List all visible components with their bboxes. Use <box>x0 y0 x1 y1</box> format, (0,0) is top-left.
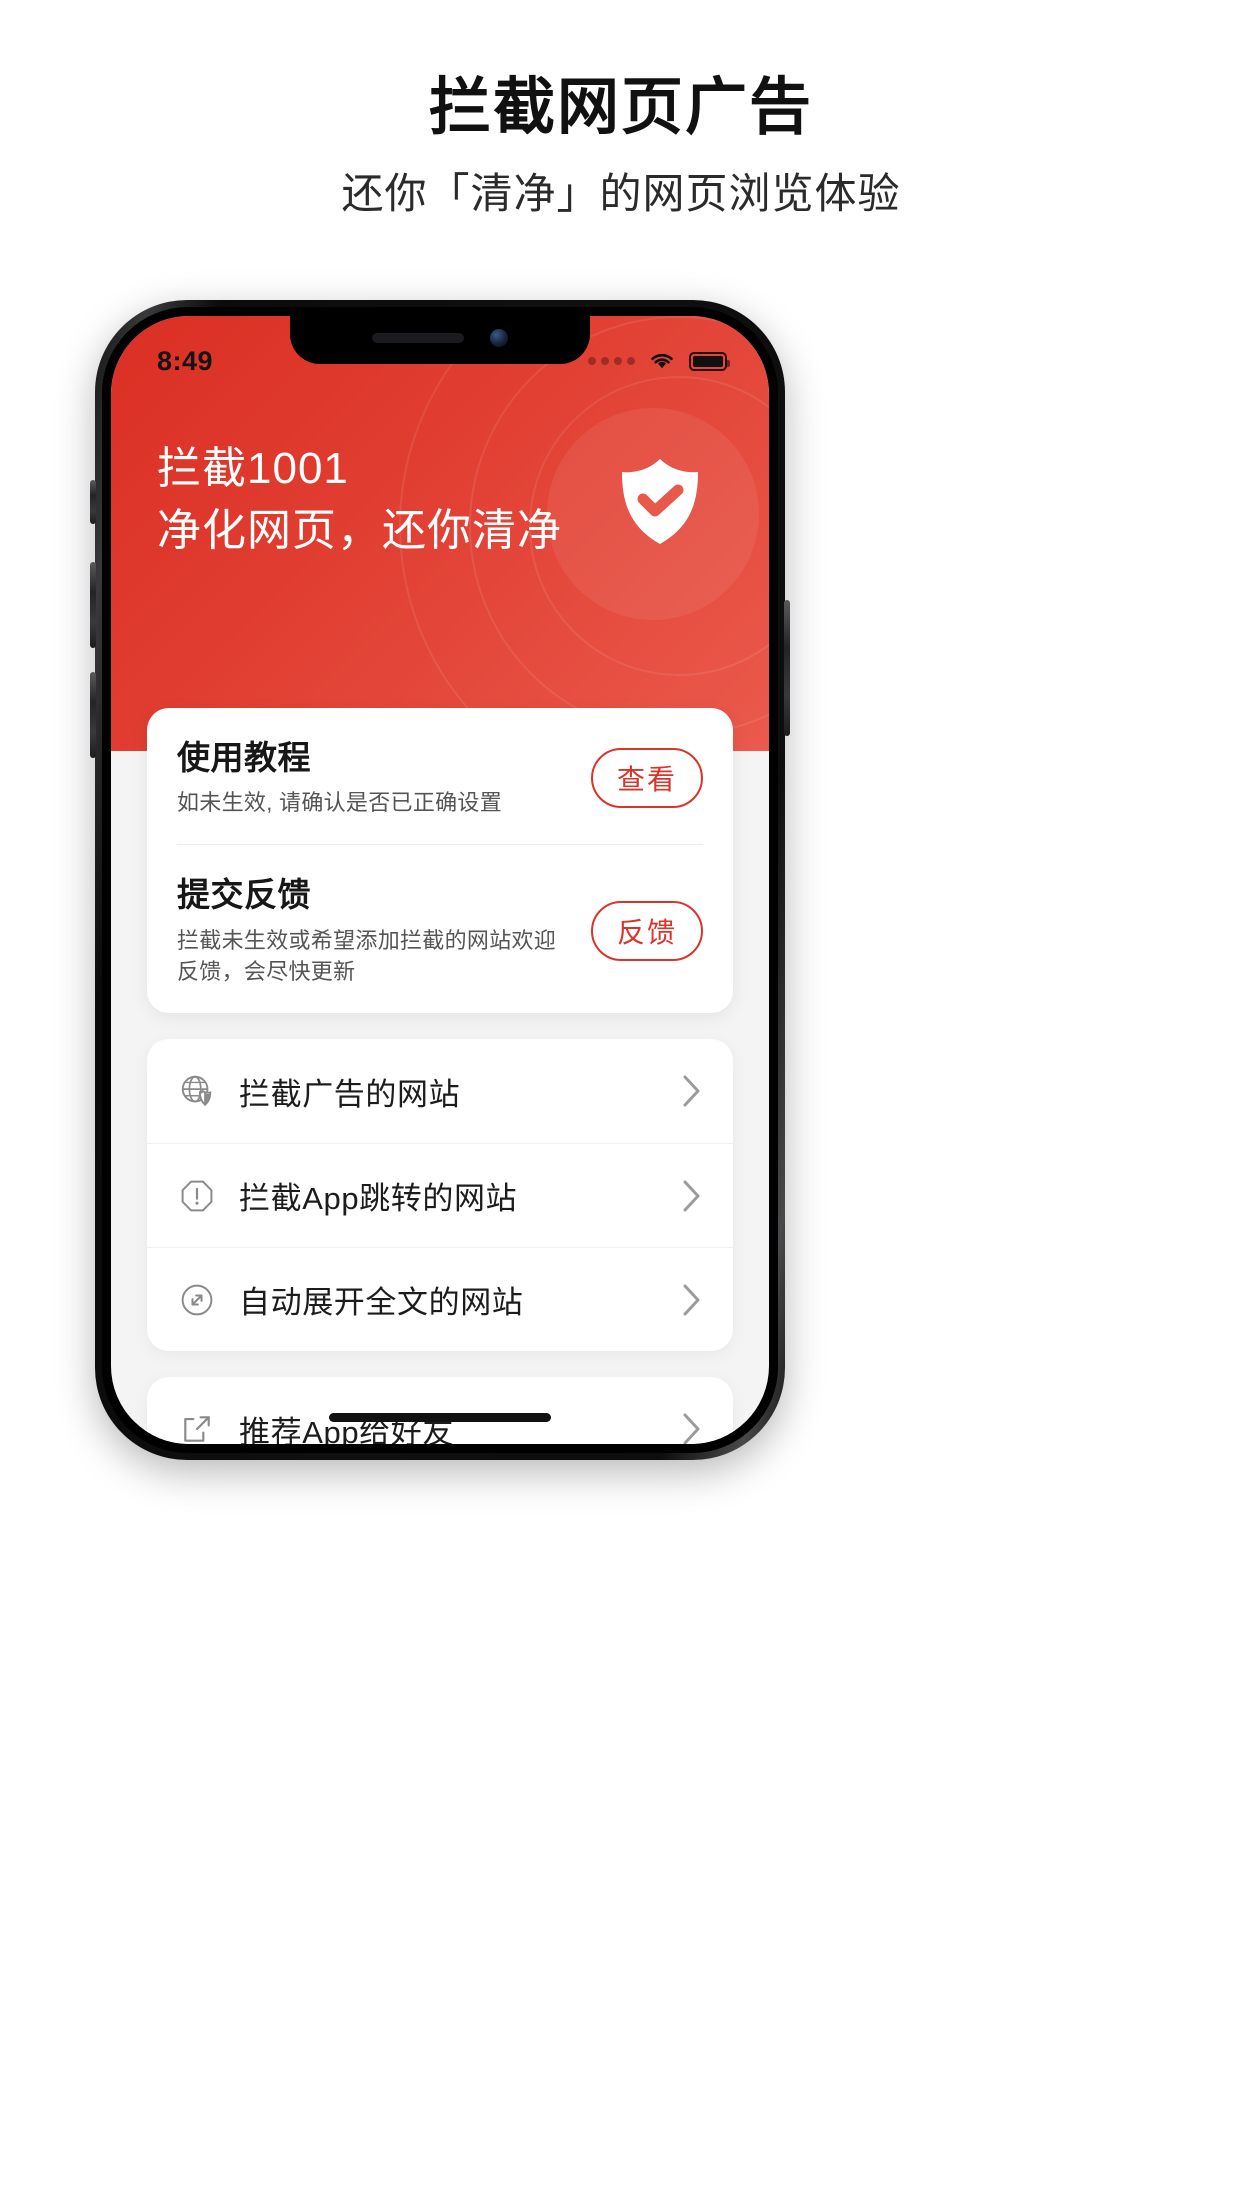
menu-item-label: 拦截广告的网站 <box>239 1076 461 1112</box>
menu-item-auto-expand-sites[interactable]: 自动展开全文的网站 <box>147 1247 733 1351</box>
card-row-text: 使用教程 如未生效, 请确认是否已正确设置 <box>177 738 591 818</box>
app-content: 使用教程 如未生效, 请确认是否已正确设置 查看 提交反馈 拦截未生效或希望添加… <box>111 708 769 1444</box>
phone-notch <box>290 316 590 364</box>
chevron-right-icon <box>683 1075 700 1107</box>
card-row-text: 提交反馈 拦截未生效或希望添加拦截的网站欢迎反馈，会尽快更新 <box>177 875 591 987</box>
phone-screen: 8:49 拦截1001 净化网页，还你清净 使用教程 如未生效, 请确认是否已正… <box>111 316 769 1444</box>
view-tutorial-button[interactable]: 查看 <box>590 748 703 809</box>
phone-frame: 8:49 拦截1001 净化网页，还你清净 使用教程 如未生效, 请确认是否已正… <box>90 300 790 1460</box>
volume-down-button[interactable] <box>90 672 96 758</box>
signal-dots-icon <box>588 357 635 365</box>
menu-item-recommend-app[interactable]: 推荐App给好友 <box>147 1377 733 1444</box>
volume-up-button[interactable] <box>90 562 96 648</box>
octagon-exclamation-icon <box>177 1176 217 1216</box>
card-row-feedback[interactable]: 提交反馈 拦截未生效或希望添加拦截的网站欢迎反馈，会尽快更新 反馈 <box>177 844 703 1013</box>
menu-group-share: 推荐App给好友 <box>147 1377 733 1444</box>
submit-feedback-button[interactable]: 反馈 <box>590 901 703 962</box>
front-camera-icon <box>490 329 508 347</box>
card-row-desc: 拦截未生效或希望添加拦截的网站欢迎反馈，会尽快更新 <box>177 927 557 984</box>
chevron-right-icon <box>683 1180 700 1212</box>
phone-mockup: 8:49 拦截1001 净化网页，还你清净 使用教程 如未生效, 请确认是否已正… <box>90 300 1155 1480</box>
shield-check-icon <box>622 459 698 544</box>
page-title: 拦截网页广告 <box>428 73 813 142</box>
expand-circle-icon <box>177 1280 217 1320</box>
chevron-right-icon <box>683 1284 700 1316</box>
home-indicator[interactable] <box>329 1413 551 1422</box>
card-row-title: 使用教程 <box>177 739 311 776</box>
battery-full-icon <box>689 351 730 371</box>
power-button[interactable] <box>784 600 790 736</box>
page-subtitle: 还你「清净」的网页浏览体验 <box>341 170 901 218</box>
menu-group-blocking: 拦截广告的网站 拦截App跳转的网站 自动展开全文的网站 <box>147 1039 733 1352</box>
earpiece-speaker-icon <box>372 333 464 343</box>
status-bar-time: 8:49 <box>157 345 214 376</box>
phone-bezel: 8:49 拦截1001 净化网页，还你清净 使用教程 如未生效, 请确认是否已正… <box>102 307 778 1453</box>
share-external-icon <box>177 1409 217 1444</box>
menu-item-ad-block-sites[interactable]: 拦截广告的网站 <box>147 1039 733 1143</box>
app-hero: 拦截1001 净化网页，还你清净 <box>111 386 769 560</box>
hero-text: 拦截1001 净化网页，还你清净 <box>157 440 562 560</box>
hero-line-2: 净化网页，还你清净 <box>157 506 562 556</box>
menu-item-label: 自动展开全文的网站 <box>239 1285 524 1321</box>
card-row-desc: 如未生效, 请确认是否已正确设置 <box>177 790 503 816</box>
card-row-tutorial[interactable]: 使用教程 如未生效, 请确认是否已正确设置 查看 <box>177 708 703 844</box>
hero-line-1: 拦截1001 <box>157 444 349 493</box>
status-bar-indicators <box>588 351 730 371</box>
info-card: 使用教程 如未生效, 请确认是否已正确设置 查看 提交反馈 拦截未生效或希望添加… <box>147 708 733 1014</box>
promo-header: 拦截网页广告 还你「清净」的网页浏览体验 <box>0 0 1242 220</box>
card-row-title: 提交反馈 <box>177 876 311 914</box>
chevron-right-icon <box>683 1413 700 1444</box>
mute-switch[interactable] <box>90 480 96 524</box>
menu-item-app-jump-block-sites[interactable]: 拦截App跳转的网站 <box>147 1143 733 1247</box>
menu-item-label: 拦截App跳转的网站 <box>239 1181 518 1217</box>
app-header: 8:49 拦截1001 净化网页，还你清净 <box>111 316 769 751</box>
globe-shield-icon <box>177 1071 217 1111</box>
brand-logo <box>607 448 713 554</box>
wifi-icon <box>651 353 673 369</box>
